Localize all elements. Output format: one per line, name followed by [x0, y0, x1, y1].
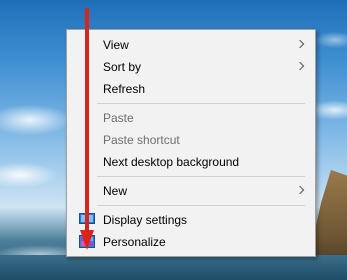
menu-item-label: Personalize	[103, 235, 166, 249]
wallpaper-sea	[0, 255, 347, 280]
menu-separator	[97, 103, 305, 104]
menu-item-label: New	[103, 184, 128, 198]
menu-item-next-desktop-background[interactable]: Next desktop background	[67, 151, 315, 173]
menu-item-label: Refresh	[103, 82, 146, 96]
menu-item-paste[interactable]: Paste	[67, 107, 315, 129]
menu-item-label: View	[103, 38, 129, 52]
menu-item-label: Paste shortcut	[103, 133, 180, 147]
personalize-icon	[79, 235, 95, 248]
menu-item-label: Next desktop background	[103, 155, 240, 169]
menu-item-label: Paste	[103, 111, 134, 125]
display-settings-icon	[79, 213, 95, 226]
menu-item-view[interactable]: View	[67, 34, 315, 56]
menu-item-label: Sort by	[103, 60, 142, 74]
menu-item-sort-by[interactable]: Sort by	[67, 56, 315, 78]
chevron-right-icon	[295, 185, 305, 195]
desktop-context-menu: View Sort by Refresh Paste Paste shortcu…	[66, 29, 316, 257]
menu-item-refresh[interactable]: Refresh	[67, 78, 315, 100]
menu-item-personalize[interactable]: Personalize	[67, 231, 315, 253]
menu-separator	[97, 176, 305, 177]
chevron-right-icon	[295, 61, 305, 71]
menu-item-paste-shortcut[interactable]: Paste shortcut	[67, 129, 315, 151]
menu-item-label: Display settings	[103, 213, 188, 227]
chevron-right-icon	[295, 39, 305, 49]
menu-separator	[97, 205, 305, 206]
menu-item-new[interactable]: New	[67, 180, 315, 202]
menu-item-display-settings[interactable]: Display settings	[67, 209, 315, 231]
